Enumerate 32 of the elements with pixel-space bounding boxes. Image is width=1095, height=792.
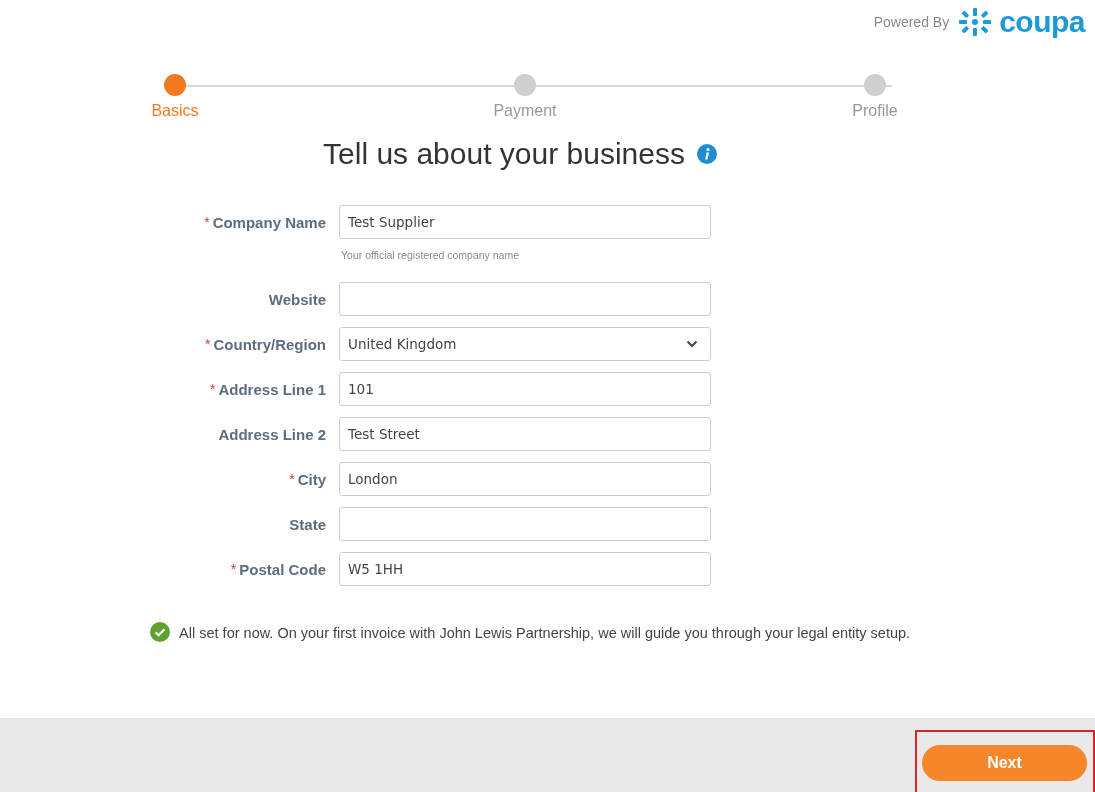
notice-text: All set for now. On your first invoice with John Lewis Partnership, we will guide you through your legal entity setup. (179, 625, 911, 641)
required-marker: * (230, 561, 237, 577)
input-field[interactable]: 101 (339, 372, 711, 406)
field-label: Country/Region (213, 335, 326, 353)
logo-text: coupa (999, 5, 1085, 39)
input-field[interactable]: W5 1HH (339, 552, 711, 586)
country-dropdown[interactable]: United Kingdom (339, 327, 711, 361)
step-dot[interactable] (164, 74, 186, 96)
required-marker: * (204, 214, 210, 230)
info-icon[interactable] (696, 144, 717, 164)
page-title: Tell us about your business (323, 137, 685, 171)
field-label: Address Line 2 (218, 425, 326, 443)
required-marker: * (210, 381, 216, 397)
check-circle-icon (149, 622, 170, 642)
chevron-down-icon (686, 340, 698, 348)
input-field[interactable] (339, 507, 711, 541)
step-dot[interactable] (514, 74, 536, 96)
field-hint: Your official registered company name (341, 249, 521, 261)
field-label: State (289, 515, 326, 533)
input-field[interactable]: Test Street (339, 417, 711, 451)
field-label: Address Line 1 (218, 380, 326, 398)
input-field[interactable] (339, 282, 711, 316)
input-field[interactable]: Test Supplier (339, 205, 711, 239)
field-label: Website (268, 290, 326, 308)
field-label: Company Name (212, 213, 326, 231)
required-marker: * (289, 471, 295, 487)
step-dot[interactable] (864, 74, 886, 96)
required-marker: * (205, 336, 211, 352)
powered-by-text: Powered By (873, 14, 950, 30)
field-label: City (297, 470, 326, 488)
input-field[interactable]: London (339, 462, 711, 496)
field-label: Postal Code (239, 560, 326, 578)
